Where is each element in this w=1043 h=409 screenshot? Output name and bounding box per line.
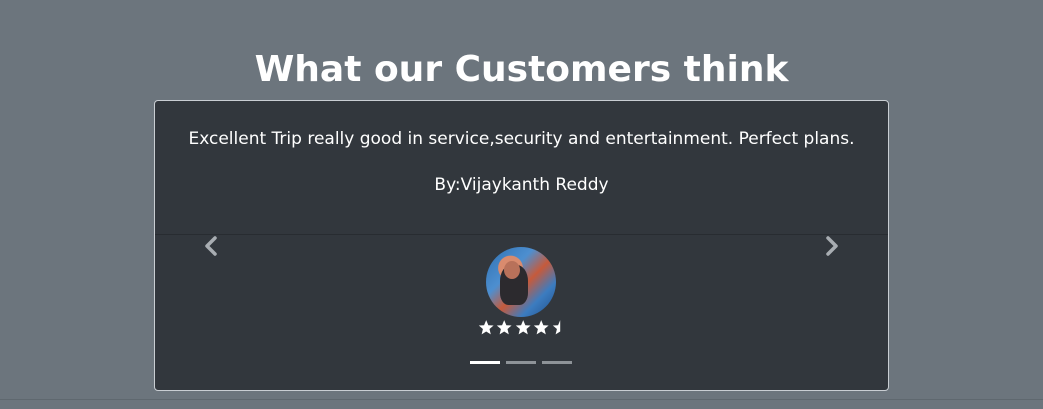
star-full-icon xyxy=(515,320,531,335)
chevron-right-icon xyxy=(826,236,838,256)
testimonial-quote: Excellent Trip really good in service,se… xyxy=(188,129,855,149)
carousel-indicator[interactable] xyxy=(470,361,500,364)
testimonial-body: Excellent Trip really good in service,se… xyxy=(155,101,888,235)
carousel-indicator[interactable] xyxy=(506,361,536,364)
section-heading: What our Customers think xyxy=(254,49,789,90)
carousel-next-button[interactable] xyxy=(821,233,843,259)
carousel-prev-button[interactable] xyxy=(200,233,222,259)
avatar-face xyxy=(504,261,520,279)
star-full-icon xyxy=(478,320,494,335)
chevron-left-icon xyxy=(205,236,217,256)
star-half-icon xyxy=(552,320,560,335)
carousel-indicators xyxy=(470,361,572,364)
star-full-icon xyxy=(534,320,549,335)
testimonial-carousel: Excellent Trip really good in service,se… xyxy=(154,100,889,391)
carousel-indicator[interactable] xyxy=(542,361,572,364)
star-rating xyxy=(478,319,568,337)
star-full-icon xyxy=(497,320,512,335)
avatar xyxy=(486,247,556,317)
section-divider xyxy=(0,399,1043,400)
testimonial-author: By:Vijaykanth Reddy xyxy=(434,175,609,195)
